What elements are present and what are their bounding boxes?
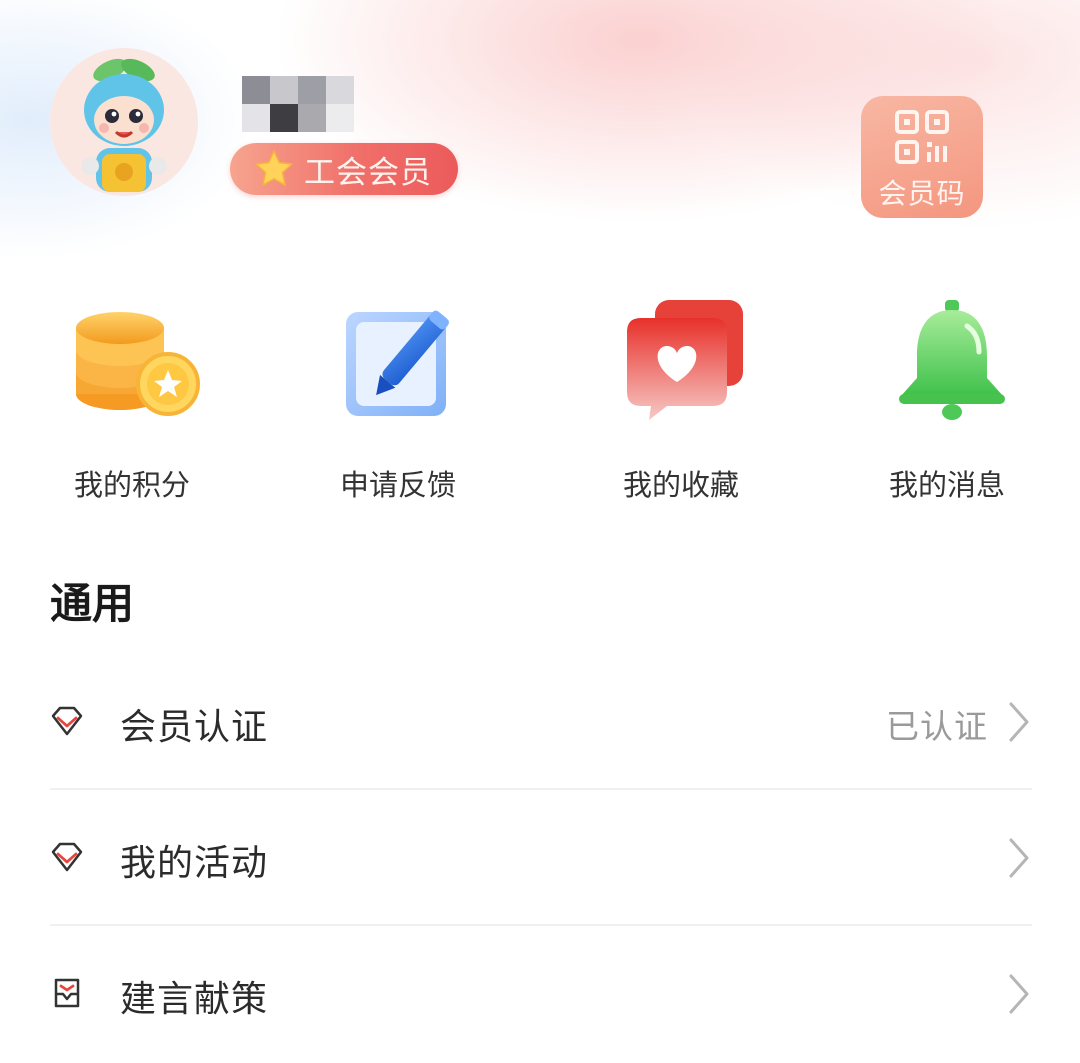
avatar[interactable] xyxy=(50,48,198,196)
diamond-icon xyxy=(51,842,83,872)
list-item-label: 我的活动 xyxy=(120,843,269,884)
shortcut-label: 我的消息 xyxy=(888,468,1005,502)
coins-icon xyxy=(76,312,200,416)
mosaic-cell xyxy=(298,76,326,104)
union-member-badge: 工会会员 xyxy=(230,143,458,195)
favorite-heart-icon xyxy=(627,300,743,420)
chevron-right-icon xyxy=(1009,702,1029,742)
shortcut-messages[interactable]: 我的消息 xyxy=(847,290,1047,510)
list-item-label: 会员认证 xyxy=(120,707,269,748)
mosaic-cell xyxy=(326,104,354,132)
shortcut-grid: 我的积分 申请反馈 我的收藏 我的消息 xyxy=(0,290,1080,510)
list-item-label: 建言献策 xyxy=(120,979,269,1020)
username-blurred xyxy=(242,76,354,132)
divider xyxy=(50,924,1032,926)
suggestion-box-icon xyxy=(54,978,80,1008)
qr-label: 会员码 xyxy=(878,177,966,210)
shortcut-label: 我的积分 xyxy=(73,468,190,502)
shortcut-points[interactable]: 我的积分 xyxy=(32,290,232,510)
mascot-avatar-icon xyxy=(50,48,198,196)
bell-icon xyxy=(899,300,1005,420)
diamond-icon xyxy=(51,706,83,736)
list-item-suggestions[interactable]: 建言献策 xyxy=(50,928,1032,1063)
mosaic-cell xyxy=(270,104,298,132)
edit-pencil-icon xyxy=(346,310,449,416)
mosaic-cell xyxy=(270,76,298,104)
divider xyxy=(50,788,1032,790)
section-title-general: 通用 xyxy=(50,579,135,628)
star-icon xyxy=(255,150,293,186)
verification-status: 已认证 xyxy=(886,707,988,746)
list-item-my-activities[interactable]: 我的活动 xyxy=(50,792,1032,927)
list-item-member-verification[interactable]: 会员认证 已认证 xyxy=(50,656,1032,791)
mosaic-cell xyxy=(326,76,354,104)
chevron-right-icon xyxy=(1009,974,1029,1014)
badge-label: 工会会员 xyxy=(304,154,432,191)
shortcut-favorites[interactable]: 我的收藏 xyxy=(581,290,781,510)
shortcut-label: 申请反馈 xyxy=(339,468,456,502)
shortcut-feedback[interactable]: 申请反馈 xyxy=(298,290,498,510)
chevron-right-icon xyxy=(1009,838,1029,878)
mosaic-cell xyxy=(298,104,326,132)
mosaic-cell xyxy=(242,104,270,132)
qr-code-icon xyxy=(895,110,949,164)
member-qr-button[interactable]: 会员码 xyxy=(861,96,983,218)
shortcut-label: 我的收藏 xyxy=(622,468,739,502)
mosaic-cell xyxy=(242,76,270,104)
